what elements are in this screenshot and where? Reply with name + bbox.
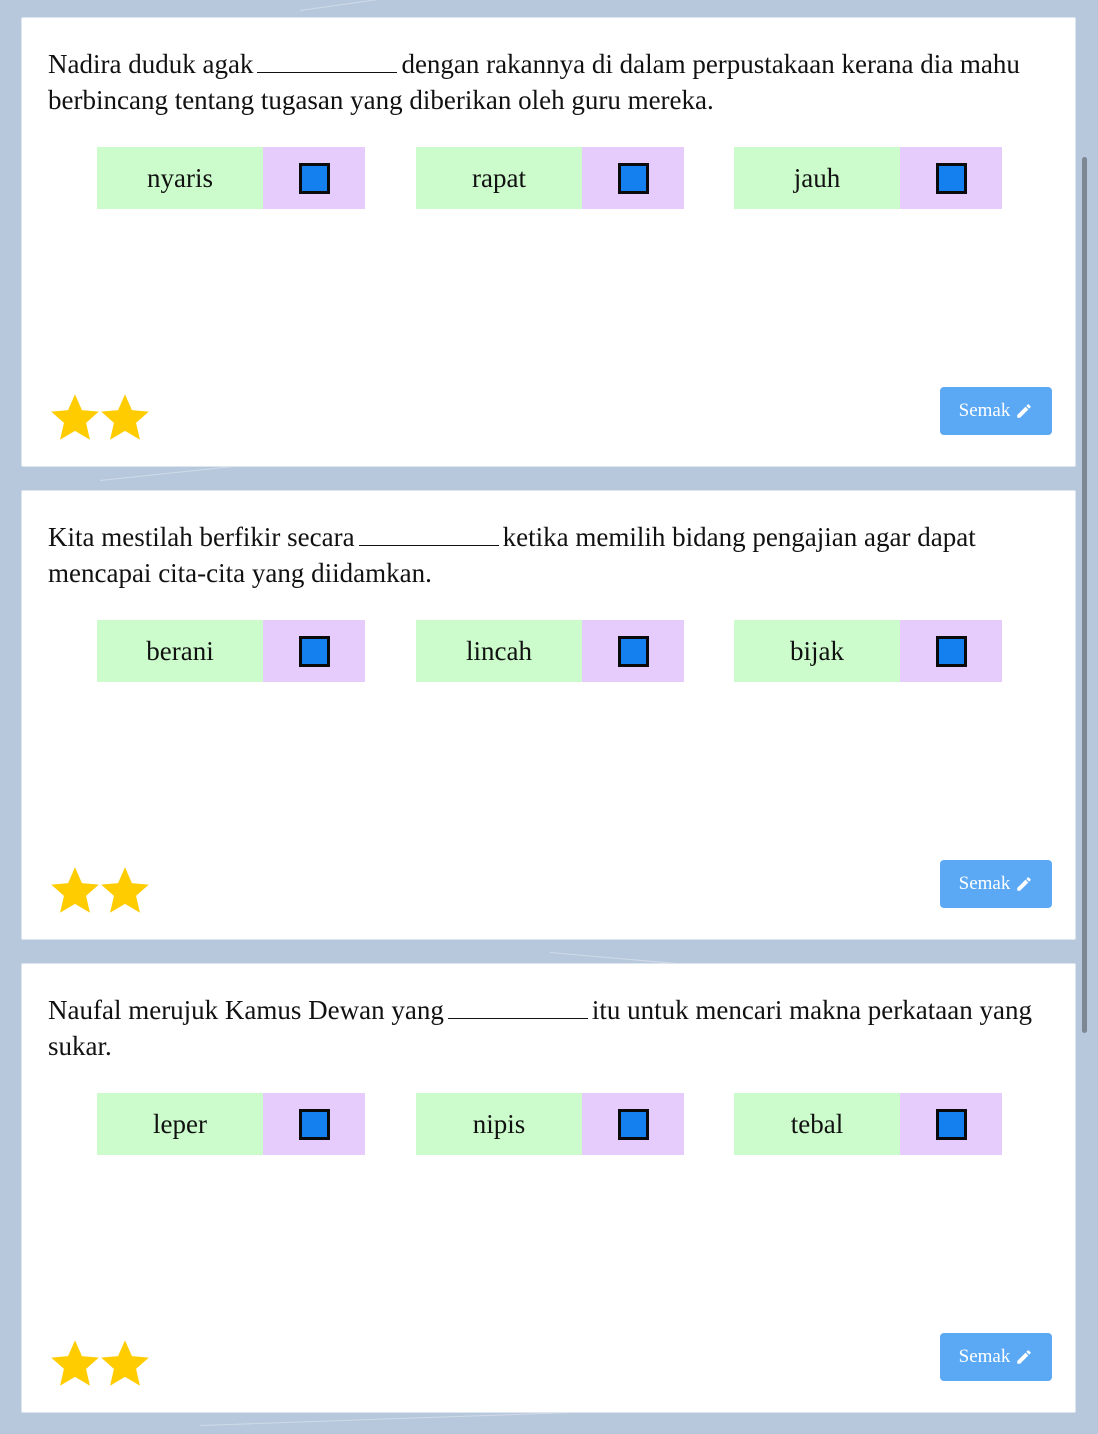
answer-options: berani lincah bijak [97, 620, 1002, 682]
answer-blank [257, 48, 398, 73]
check-answer-button[interactable]: Semak [940, 1333, 1052, 1381]
question-card-1: Nadira duduk agak dengan rakannya di dala… [21, 17, 1076, 467]
check-button-label: Semak [958, 1346, 1011, 1367]
option-label: berani [97, 620, 263, 682]
question-text-before: Naufal merujuk Kamus Dewan yang [48, 995, 444, 1025]
option-2[interactable]: nipis [416, 1093, 684, 1155]
option-label: bijak [734, 620, 900, 682]
pencil-icon [1017, 404, 1032, 418]
question-text-before: Nadira duduk agak [48, 49, 254, 79]
option-3[interactable]: jauh [734, 147, 1002, 209]
option-checkbox-area[interactable] [582, 147, 684, 209]
scrollbar-thumb[interactable] [1082, 157, 1087, 1033]
question-card-2: Kita mestilah berfikir secara ketika memi… [21, 490, 1076, 940]
question-text-before: Kita mestilah berfikir secara [48, 522, 355, 552]
option-3[interactable]: tebal [734, 1093, 1002, 1155]
answer-options: leper nipis tebal [97, 1093, 1002, 1155]
star-icon [101, 394, 149, 440]
checkbox[interactable] [617, 162, 649, 194]
star-icon [51, 1340, 99, 1386]
option-checkbox-area[interactable] [263, 620, 365, 682]
star-rating [49, 1337, 149, 1389]
option-checkbox-area[interactable] [900, 147, 1002, 209]
option-1[interactable]: nyaris [97, 147, 365, 209]
star-icon [101, 867, 149, 913]
answer-options: nyaris rapat jauh [97, 147, 1002, 209]
option-checkbox-area[interactable] [900, 620, 1002, 682]
star-icon [101, 1340, 149, 1386]
star-icon [51, 394, 99, 440]
question-text: Nadira duduk agak dengan rakannya di dala… [48, 46, 1038, 118]
option-1[interactable]: leper [97, 1093, 365, 1155]
option-3[interactable]: bijak [734, 620, 1002, 682]
answer-blank [447, 994, 588, 1019]
option-label: nipis [416, 1093, 582, 1155]
option-1[interactable]: berani [97, 620, 365, 682]
checkbox[interactable] [298, 1108, 330, 1140]
checkbox[interactable] [935, 162, 967, 194]
option-2[interactable]: rapat [416, 147, 684, 209]
option-checkbox-area[interactable] [263, 147, 365, 209]
check-answer-button[interactable]: Semak [940, 387, 1052, 435]
checkbox[interactable] [617, 1108, 649, 1140]
option-2[interactable]: lincah [416, 620, 684, 682]
check-answer-button[interactable]: Semak [940, 860, 1052, 908]
checkbox[interactable] [298, 162, 330, 194]
question-text: Naufal merujuk Kamus Dewan yang itu untuk… [48, 992, 1038, 1064]
option-checkbox-area[interactable] [263, 1093, 365, 1155]
checkbox[interactable] [298, 635, 330, 667]
option-label: nyaris [97, 147, 263, 209]
background-decoration [299, 0, 697, 11]
pencil-icon [1017, 1350, 1032, 1364]
check-button-label: Semak [958, 400, 1011, 421]
question-card-3: Naufal merujuk Kamus Dewan yang itu untuk… [21, 963, 1076, 1413]
pencil-icon [1017, 877, 1032, 891]
star-rating [49, 391, 149, 443]
option-label: rapat [416, 147, 582, 209]
option-checkbox-area[interactable] [582, 1093, 684, 1155]
checkbox[interactable] [935, 1108, 967, 1140]
question-text: Kita mestilah berfikir secara ketika memi… [48, 519, 1038, 591]
star-icon [51, 867, 99, 913]
option-checkbox-area[interactable] [582, 620, 684, 682]
checkbox[interactable] [617, 635, 649, 667]
answer-blank [358, 521, 499, 546]
option-checkbox-area[interactable] [900, 1093, 1002, 1155]
star-rating [49, 864, 149, 916]
check-button-label: Semak [958, 873, 1011, 894]
option-label: tebal [734, 1093, 900, 1155]
option-label: jauh [734, 147, 900, 209]
option-label: leper [97, 1093, 263, 1155]
checkbox[interactable] [935, 635, 967, 667]
option-label: lincah [416, 620, 582, 682]
